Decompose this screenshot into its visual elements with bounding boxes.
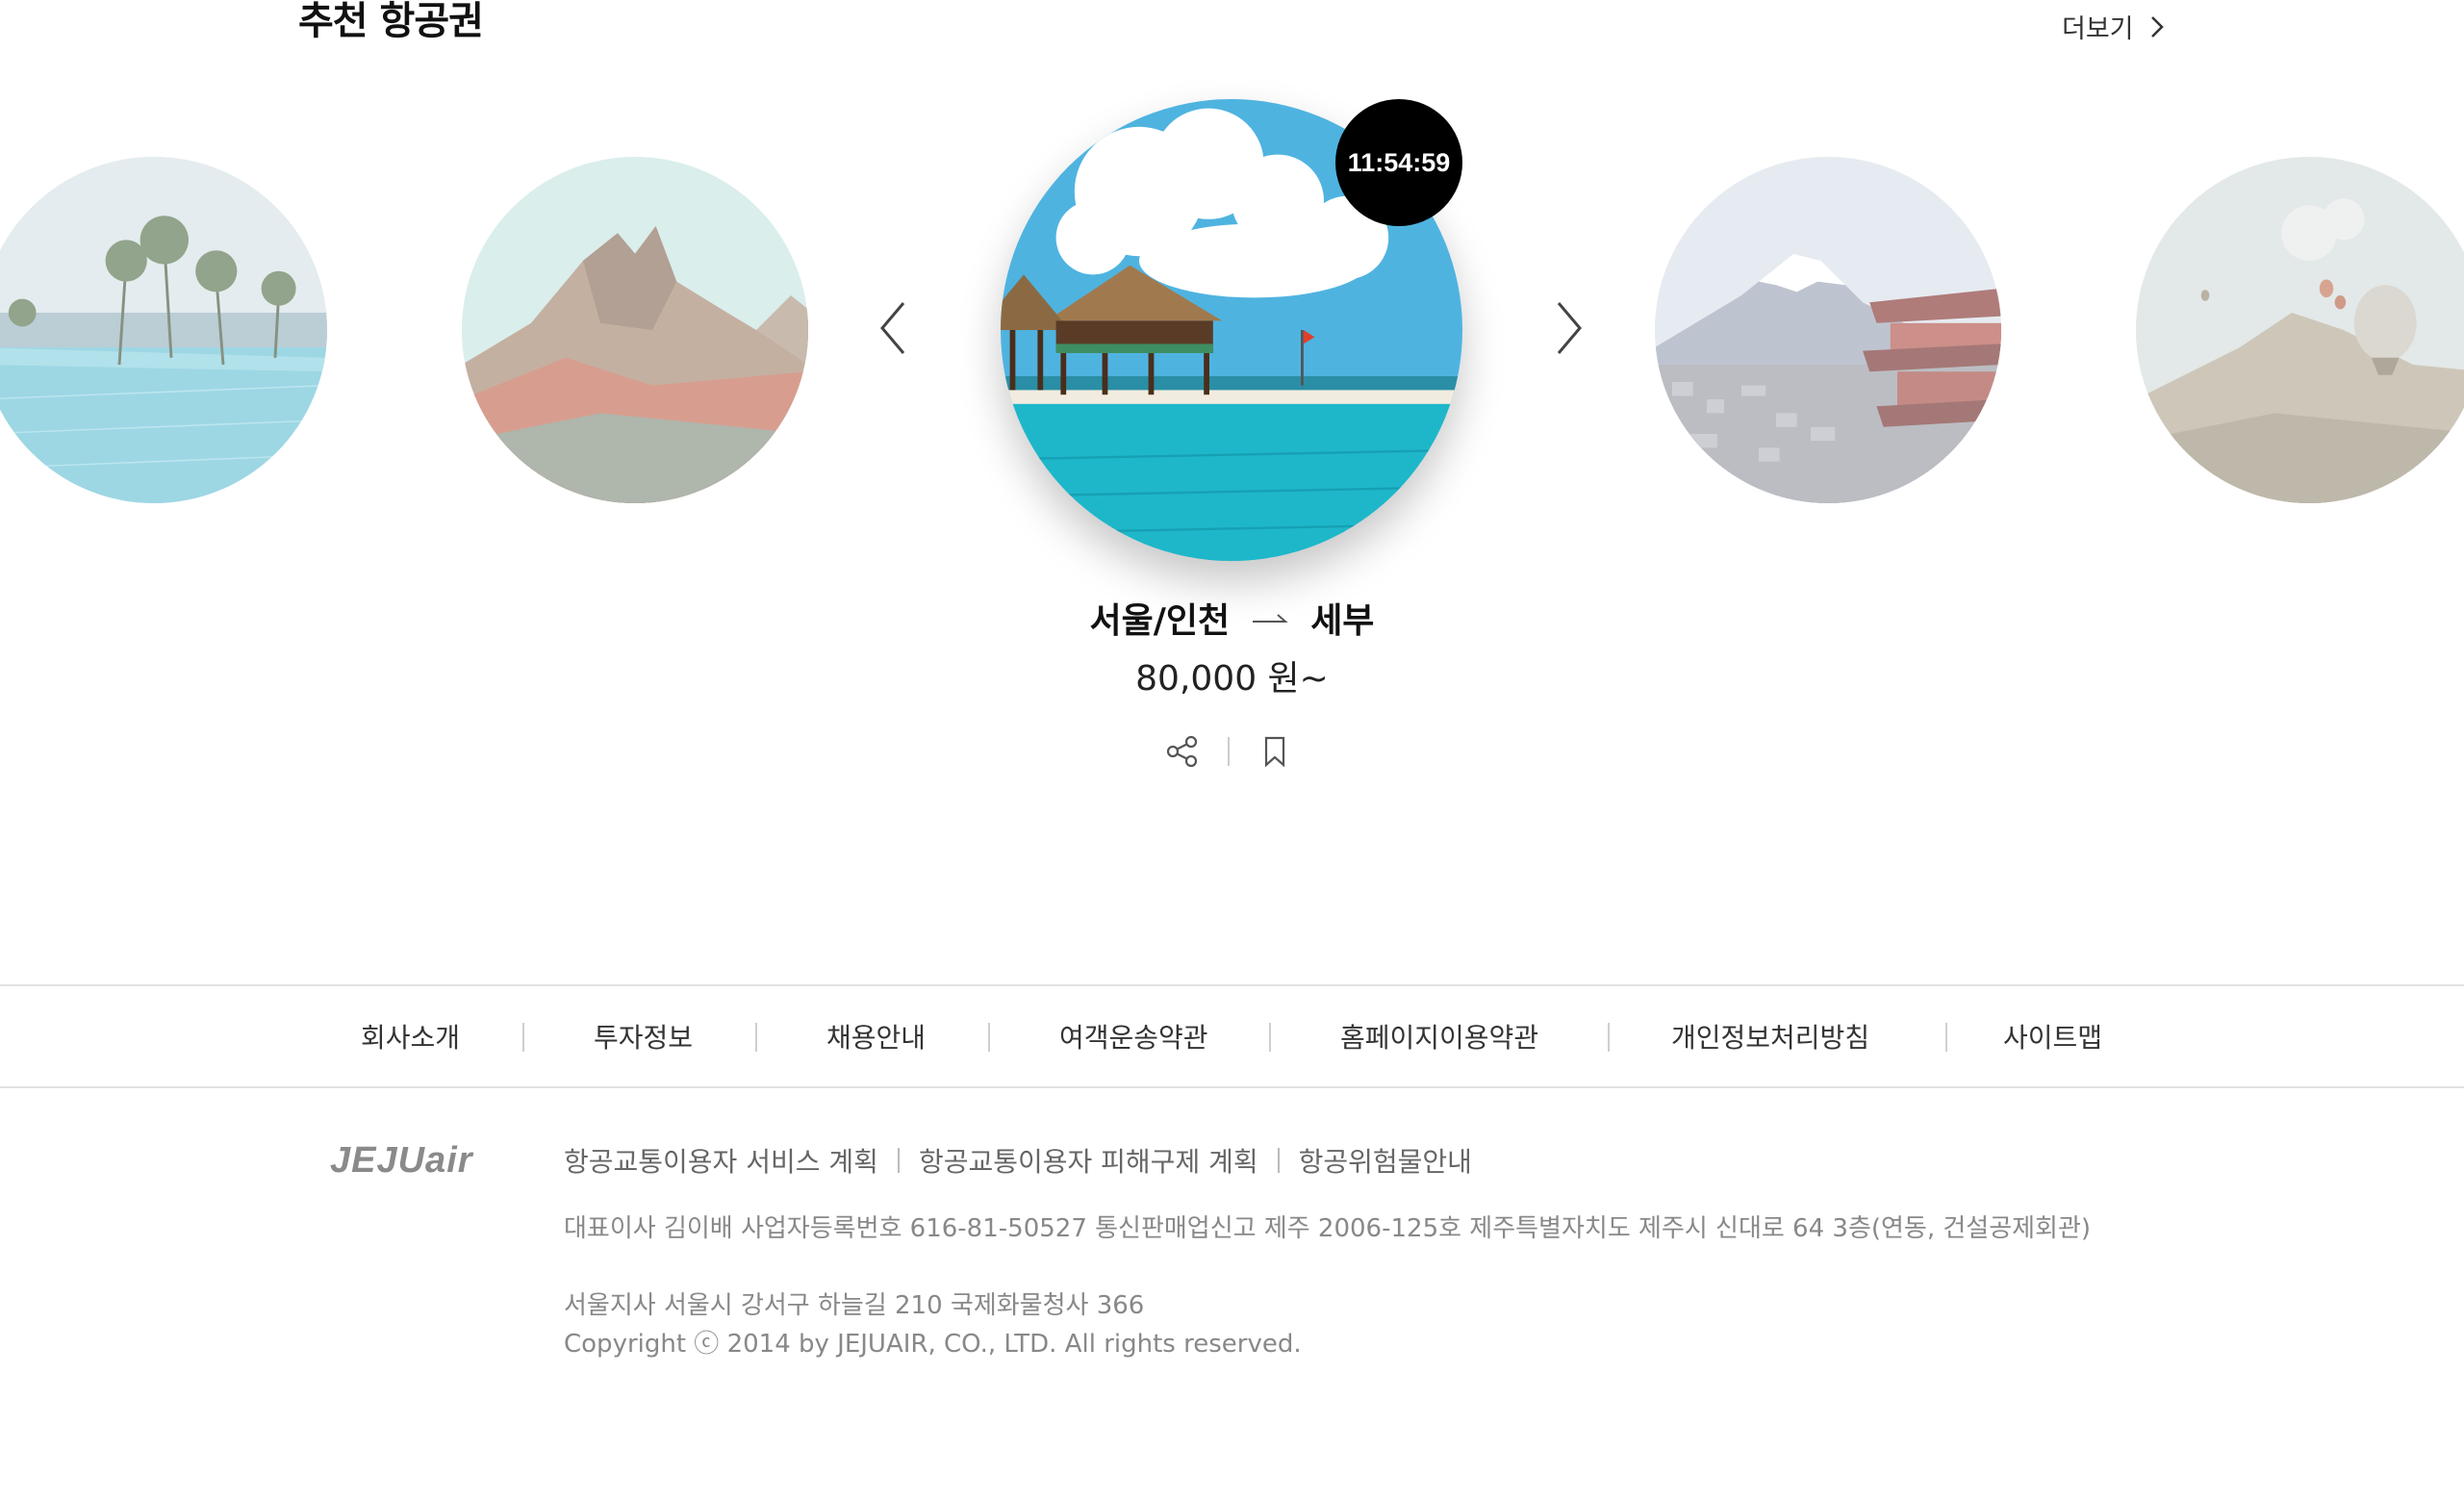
route-title: 서울/인천 세부	[0, 593, 2464, 643]
bookmark-icon[interactable]	[1257, 733, 1293, 770]
footer-link-service-plan[interactable]: 항공교통이용자 서비스 계획	[564, 1141, 878, 1180]
footer-nav-site-terms[interactable]: 홈페이지이용약관	[1340, 986, 1538, 1086]
copyright: Copyright ⓒ 2014 by JEJUAIR, CO., LTD. A…	[564, 1330, 1302, 1359]
footer-nav-divider	[1269, 1023, 1271, 1052]
footer-nav-privacy[interactable]: 개인정보처리방침	[1671, 986, 1869, 1086]
footer-nav-company[interactable]: 회사소개	[361, 986, 460, 1086]
footer-nav-carriage-terms[interactable]: 여객운송약관	[1059, 986, 1208, 1086]
footer-nav-sitemap[interactable]: 사이트맵	[2003, 986, 2102, 1086]
countdown-timer-badge: 11:54:59	[1335, 99, 1462, 226]
chevron-right-icon[interactable]	[1549, 297, 1588, 359]
share-icon[interactable]	[1164, 733, 1201, 770]
footer-nav-divider	[1945, 1023, 1947, 1052]
footer-nav: 회사소개 투자정보 채용안내 여객운송약관 홈페이지이용약관 개인정보처리방침 …	[0, 984, 2464, 1088]
footer-nav-careers[interactable]: 채용안내	[826, 986, 926, 1086]
footer-nav-divider	[988, 1023, 990, 1052]
footer-link-divider	[1277, 1148, 1280, 1173]
destination-slide-pool[interactable]	[0, 157, 327, 503]
footer-link-divider	[897, 1148, 900, 1173]
route-origin: 서울/인천	[1089, 601, 1231, 641]
actions-divider	[1228, 737, 1230, 766]
jejuair-logo[interactable]: JEJUair	[330, 1140, 473, 1182]
footer-nav-divider	[755, 1023, 757, 1052]
footer-link-dangerous-goods[interactable]: 항공위험물안내	[1299, 1141, 1472, 1180]
footer-nav-divider	[522, 1023, 524, 1052]
destination-slide-mountain[interactable]	[462, 157, 808, 503]
seoul-branch-address: 서울지사 서울시 강서구 하늘길 210 국제화물청사 366	[564, 1291, 1145, 1320]
more-label: 더보기	[2062, 14, 2134, 44]
route-arrow-icon	[1253, 614, 1288, 623]
destination-slide-japan[interactable]	[1655, 157, 2001, 503]
footer-nav-divider	[1608, 1023, 1610, 1052]
footer-nav-investor[interactable]: 투자정보	[594, 986, 693, 1086]
section-title: 추천 항공권	[298, 0, 484, 43]
slide-actions	[1164, 733, 1293, 770]
footer-link-relief-plan[interactable]: 항공교통이용자 피해구제 계획	[919, 1141, 1258, 1180]
chevron-left-icon[interactable]	[875, 297, 913, 359]
fare-price: 80,000 원~	[1135, 659, 1329, 699]
route-destination: 세부	[1310, 601, 1375, 641]
company-info: 대표이사 김이배 사업자등록번호 616-81-50527 통신판매업신고 제주…	[564, 1214, 2092, 1243]
footer-links: 항공교통이용자 서비스 계획 항공교통이용자 피해구제 계획 항공위험물안내	[564, 1141, 1472, 1180]
destination-slide-cappadocia[interactable]	[2136, 157, 2464, 503]
chevron-right-icon	[2150, 15, 2164, 38]
more-link[interactable]: 더보기	[2062, 8, 2167, 45]
